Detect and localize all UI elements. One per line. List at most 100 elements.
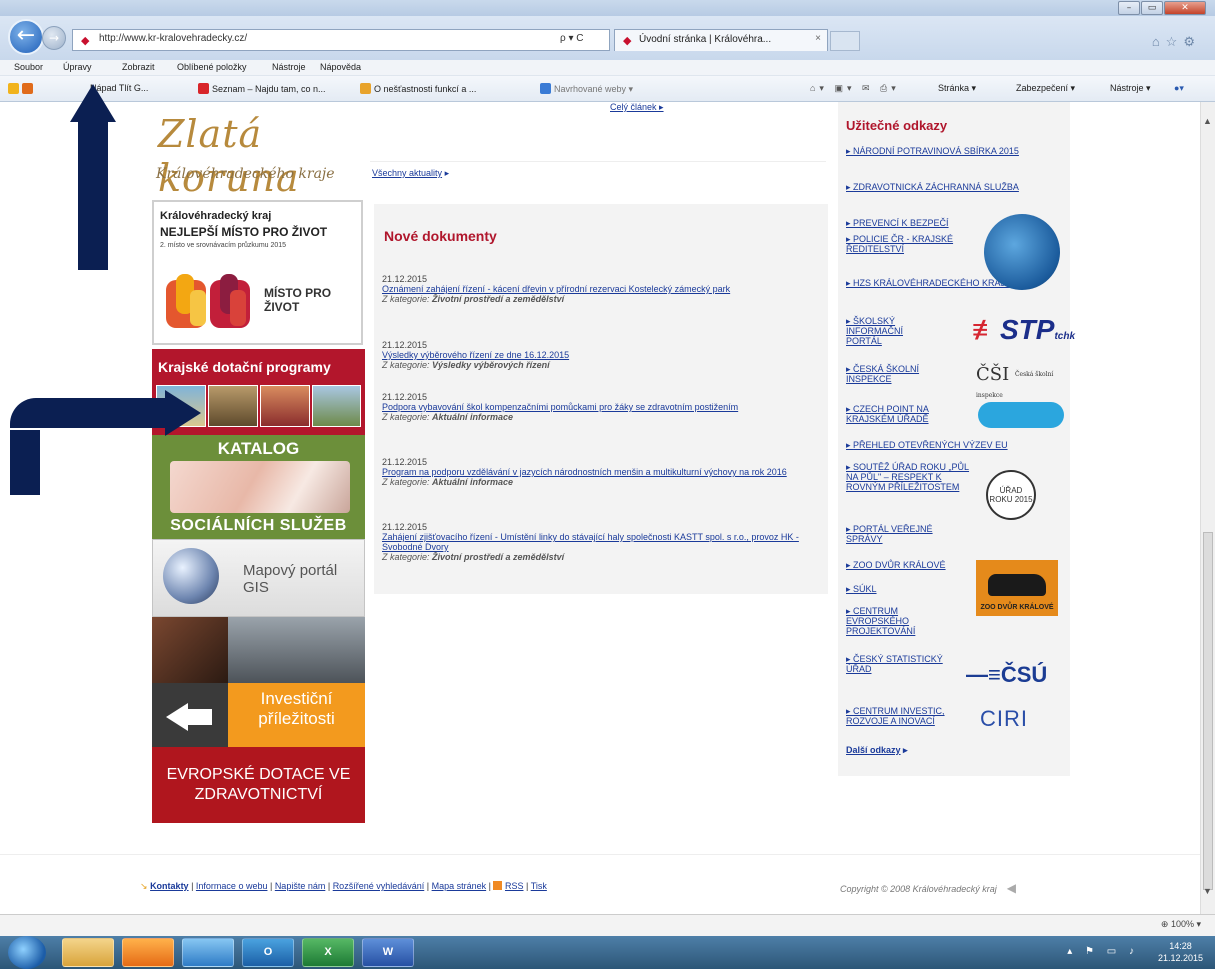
outlook-taskbar-icon[interactable]: O [242, 938, 294, 967]
windows-taskbar: O X W ▴ ⚑ ▭ ♪ 14:28 21.12.2015 [0, 936, 1215, 969]
useful-link[interactable]: SÚKL [846, 584, 946, 594]
katalog-subtitle: SOCIÁLNÍCH SLUŽEB [170, 517, 347, 534]
zlata-koruna-banner[interactable]: Zlatá koruna Královéhradeckého kraje [152, 102, 365, 200]
scroll-top-arrow-icon[interactable]: ◀ [1007, 881, 1016, 895]
uzitecne-odkazy-panel: Užitečné odkazy NÁRODNÍ POTRAVINOVÁ SBÍR… [838, 102, 1075, 776]
vsechny-aktuality-link[interactable]: Všechny aktuality ▸ [372, 168, 449, 179]
menu-item-nastroje[interactable]: Nástroje [272, 62, 306, 72]
document-link[interactable]: Zahájení zjišťovacího řízení - Umístění … [382, 532, 822, 552]
useful-link[interactable]: NÁRODNÍ POTRAVINOVÁ SBÍRKA 2015 [846, 146, 1036, 156]
useful-link[interactable]: ZDRAVOTNICKÁ ZÁCHRANNÁ SLUŽBA [846, 182, 1036, 192]
menu-item-upravy[interactable]: Úpravy [63, 62, 92, 72]
useful-link[interactable]: PREVENCÍ K BEZPEČÍ [846, 218, 966, 228]
new-tab-button[interactable] [830, 31, 860, 51]
seznam-icon [198, 83, 209, 94]
useful-link[interactable]: CZECH POINT NA KRAJSKÉM ÚŘADĚ [846, 404, 946, 424]
scroll-down-icon[interactable]: ▼ [1203, 886, 1212, 896]
uzitecne-odkazy-title: Užitečné odkazy [846, 118, 948, 133]
csu-logo: —≡ČSÚ [966, 662, 1048, 687]
footer-link-mapa[interactable]: Mapa stránek [432, 881, 487, 891]
document-link[interactable]: Výsledky výběrového řízení ze dne 16.12.… [382, 350, 822, 360]
start-button[interactable] [8, 936, 46, 969]
useful-link[interactable]: PŘEHLED OTEVŘENÝCH VÝZEV EU [846, 440, 1066, 450]
menu-bar: Soubor Úpravy Zobrazit Oblíbené položky … [0, 60, 1215, 76]
document-link[interactable]: Program na podporu vzdělávání v jazycích… [382, 467, 822, 477]
footer-link-kontakty[interactable]: Kontakty [150, 881, 189, 891]
investicni-prilezitosti-banner[interactable]: Investiční příležitosti [152, 617, 365, 747]
menu-item-soubor[interactable]: Soubor [14, 62, 43, 72]
command-stranka[interactable]: Stránka ▾ [938, 83, 976, 94]
mapovy-portal-banner[interactable]: Mapový portál GIS [152, 539, 365, 617]
menu-item-napoveda[interactable]: Nápověda [320, 62, 361, 72]
command-bar-icons[interactable]: ⌂▾ ▣▾ ✉ ⎙▾ [810, 83, 900, 94]
document-link[interactable]: Oznámení zahájení řízení - kácení dřevin… [382, 284, 822, 294]
document-date: 21.12.2015 [382, 274, 428, 284]
document-category: Z kategorie: Životní prostředí a zeměděl… [382, 294, 565, 304]
scroll-up-icon[interactable]: ▲ [1203, 116, 1212, 126]
ie-taskbar-icon[interactable] [182, 938, 234, 967]
favorite-link-3[interactable]: O nešťastnosti funkcí a ... [360, 83, 476, 94]
arrow-right-icon: ▸ [444, 168, 450, 178]
document-date: 21.12.2015 [382, 457, 428, 467]
word-taskbar-icon[interactable]: W [362, 938, 414, 967]
police-badge-icon [984, 214, 1060, 290]
clock[interactable]: 14:28 21.12.2015 [1158, 940, 1203, 964]
document-link[interactable]: Podpora vybavování škol kompenzačními po… [382, 402, 822, 412]
katalog-photo [170, 461, 350, 513]
useful-link[interactable]: CENTRUM EVROPSKÉHO PROJEKTOVÁNÍ [846, 606, 956, 636]
menu-item-zobrazit[interactable]: Zobrazit [122, 62, 155, 72]
help-icon[interactable]: ●▾ [1174, 83, 1184, 94]
katalog-socialnich-sluzeb-banner[interactable]: KATALOG SOCIÁLNÍCH SLUŽEB [152, 435, 365, 539]
tab-close-icon[interactable]: × [815, 33, 821, 44]
footer-links: ↘ Kontakty | Informace o webu | Napište … [140, 881, 547, 891]
favorites-star-icon[interactable] [8, 83, 36, 94]
contact-icon: ↘ [140, 881, 148, 891]
useful-link[interactable]: ČESKÁ ŠKOLNÍ INSPEKCE [846, 364, 946, 384]
minimize-button[interactable]: – [1118, 1, 1140, 15]
evropske-dotace-banner[interactable]: EVROPSKÉ DOTACE VE ZDRAVOTNICTVÍ [152, 747, 365, 823]
invest-arrow-tile [152, 683, 228, 747]
globe-icon [163, 548, 219, 604]
excel-taskbar-icon[interactable]: X [302, 938, 354, 967]
footer-link-napiste[interactable]: Napište nám [275, 881, 326, 891]
useful-link[interactable]: SOUTĚŽ ÚŘAD ROKU „PŮL NA PŮL" – RESPEKT … [846, 462, 976, 492]
maximize-button[interactable]: ▭ [1141, 1, 1163, 15]
footer-link-rss[interactable]: RSS [505, 881, 524, 891]
vertical-scrollbar[interactable]: ▲ ▼ [1200, 102, 1215, 914]
command-zabezpeceni[interactable]: Zabezpečení ▾ [1016, 83, 1075, 94]
cely-clanek-link[interactable]: Celý článek ▸ [610, 102, 664, 113]
invest-photo-2 [228, 617, 365, 683]
address-bar[interactable]: ◆ http://www.kr-kralovehradecky.cz/ [72, 29, 610, 51]
media-player-taskbar-icon[interactable] [122, 938, 174, 967]
invest-text: Investiční příležitosti [258, 689, 335, 728]
menu-item-oblibene[interactable]: Oblíbené položky [177, 62, 247, 72]
footer-link-vyhledavani[interactable]: Rozšířené vyhledávání [333, 881, 425, 891]
command-nastroje[interactable]: Nástroje ▾ [1110, 83, 1151, 94]
useful-link[interactable]: POLICIE ČR - KRAJSKÉ ŘEDITELSTVÍ [846, 234, 981, 254]
scrollbar-thumb[interactable] [1203, 532, 1213, 890]
favorite-link-suggested[interactable]: Navrhované weby ▾ [540, 83, 633, 95]
useful-link[interactable]: ŠKOLSKÝ INFORMAČNÍ PORTÁL [846, 316, 941, 346]
close-window-button[interactable]: ✕ [1164, 1, 1206, 15]
tab-active[interactable]: ◆ Úvodní stránka | Královéhra... × [614, 29, 828, 51]
invest-photo-1 [152, 617, 228, 683]
explorer-taskbar-icon[interactable] [62, 938, 114, 967]
zoom-level[interactable]: ⊕ 100% ▾ [1161, 919, 1201, 930]
nejlepsi-misto-banner[interactable]: Královéhradecký kraj NEJLEPŠÍ MÍSTO PRO … [152, 200, 363, 345]
dalsi-odkazy-link[interactable]: Další odkazy ▸ [846, 745, 908, 756]
mapovy-portal-text: Mapový portál GIS [243, 562, 338, 596]
forward-button[interactable]: → [42, 26, 66, 50]
useful-link[interactable]: ZOO DVŮR KRÁLOVÉ [846, 560, 981, 570]
useful-link[interactable]: CENTRUM INVESTIC, ROZVOJE A INOVACÍ [846, 706, 976, 726]
footer-link-informace[interactable]: Informace o webu [196, 881, 268, 891]
favorite-link-seznam[interactable]: Seznam – Najdu tam, co n... [198, 83, 326, 94]
footer-link-tisk[interactable]: Tisk [531, 881, 547, 891]
useful-link[interactable]: ČESKÝ STATISTICKÝ ÚŘAD [846, 654, 951, 674]
home-favorites-settings-icons[interactable]: ⌂☆⚙ [1152, 34, 1201, 50]
back-button[interactable]: ← [8, 19, 44, 55]
urad-roku-logo: ÚŘAD ROKU 2015 [986, 470, 1036, 520]
address-search-refresh-icons[interactable]: ρ ▾ C [560, 33, 584, 44]
system-tray-icons[interactable]: ▴ ⚑ ▭ ♪ [1067, 946, 1139, 957]
useful-link[interactable]: PORTÁL VEŘEJNÉ SPRÁVY [846, 524, 946, 544]
url-text: http://www.kr-kralovehradecky.cz/ [99, 33, 248, 44]
